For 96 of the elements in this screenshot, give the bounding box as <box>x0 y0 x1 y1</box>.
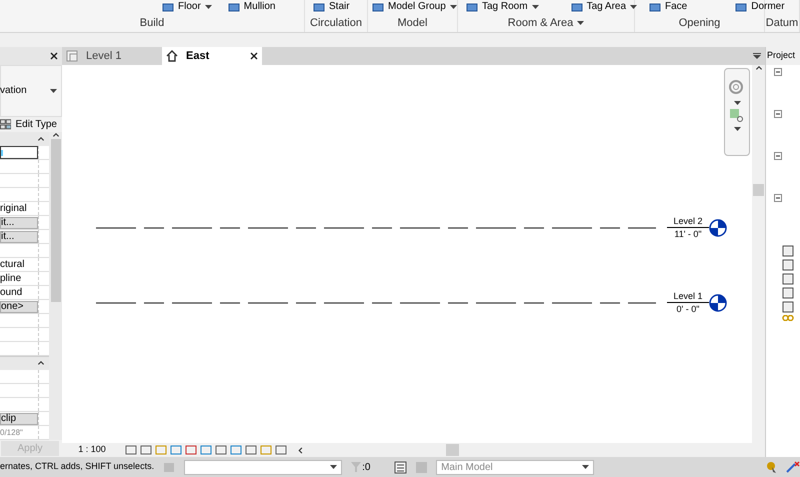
ribbon-tool[interactable]: Mullion <box>228 0 276 14</box>
view-scale[interactable]: 1 : 100 <box>62 443 122 457</box>
level-name: Level 2 <box>673 215 703 227</box>
collapse-icon[interactable] <box>774 68 782 76</box>
scroll-thumb[interactable] <box>50 139 60 302</box>
ribbon-tool[interactable]: Floor <box>162 0 212 14</box>
tool-icon <box>228 2 240 12</box>
tool-icon <box>162 2 174 12</box>
select-pinned-icon[interactable] <box>786 460 800 474</box>
view-control-icon[interactable] <box>170 445 182 455</box>
ribbon-tool[interactable]: Model Group <box>372 0 457 14</box>
view-control-icon[interactable] <box>185 445 197 455</box>
caret-icon <box>734 101 740 105</box>
tool-icon <box>570 2 583 12</box>
model-dropdown[interactable]: Main Model <box>436 460 594 474</box>
navigation-bar[interactable] <box>724 68 750 156</box>
close-icon[interactable] <box>50 52 58 60</box>
level-elevation: 11' - 0" <box>674 228 702 240</box>
panel-label: Opening <box>678 16 720 31</box>
menu-icon[interactable] <box>753 53 761 59</box>
collapse-icon[interactable] <box>37 136 45 143</box>
scroll-up-icon[interactable] <box>754 65 762 72</box>
tool-icon <box>313 2 325 12</box>
tool-icon <box>466 2 478 12</box>
property-value: riginal <box>0 202 27 216</box>
property-value: ound <box>0 286 22 300</box>
scrollbar[interactable] <box>752 65 765 443</box>
view-control-icon[interactable] <box>140 445 152 455</box>
property-value: pline <box>0 272 22 286</box>
property-button[interactable]: it... <box>0 216 38 229</box>
property-button[interactable]: clip <box>0 412 38 425</box>
editing-requests-icon[interactable] <box>394 460 408 474</box>
view-control-icon[interactable] <box>230 445 242 455</box>
level-elevation: 0' - 0" <box>676 303 700 315</box>
panel-title: Project <box>767 49 796 62</box>
view-control-icon[interactable] <box>245 445 257 455</box>
ribbon-tool[interactable]: Tag Area <box>570 0 638 14</box>
scroll-left-icon[interactable] <box>297 446 305 454</box>
caret-icon <box>204 5 212 9</box>
browser-node-icon[interactable] <box>782 259 794 271</box>
level-head-icon <box>709 218 727 236</box>
caret-icon <box>532 5 539 9</box>
browser-node-icon[interactable] <box>782 273 794 285</box>
view-control-icon[interactable] <box>125 445 137 455</box>
ribbon-tool[interactable]: Tag Room <box>466 0 539 14</box>
scroll-thumb[interactable] <box>446 444 459 456</box>
tool-icon <box>735 2 748 12</box>
property-input[interactable] <box>0 146 38 160</box>
browser-node-icon[interactable] <box>782 287 794 299</box>
property-button[interactable]: one> <box>0 300 38 313</box>
close-icon[interactable] <box>250 52 258 60</box>
panel-label: Build <box>140 16 164 31</box>
ribbon-tool[interactable]: Stair <box>313 0 350 14</box>
caret-icon <box>450 5 457 9</box>
collapse-icon[interactable] <box>37 360 45 368</box>
plan-view-icon <box>66 50 78 62</box>
browser-node-icon[interactable] <box>782 301 794 313</box>
browser-node-icon[interactable] <box>782 245 794 257</box>
collapse-icon[interactable] <box>774 194 782 202</box>
select-links-icon[interactable] <box>764 460 778 474</box>
caret-icon <box>582 465 590 469</box>
panel-label: Datum <box>766 16 798 31</box>
tool-icon <box>649 2 661 12</box>
caret-icon <box>330 465 338 469</box>
caret-icon <box>50 88 57 93</box>
house-icon <box>166 50 178 62</box>
view-control-icon[interactable] <box>215 445 227 455</box>
tool-icon <box>372 2 384 12</box>
caret-icon <box>734 127 740 131</box>
scroll-up-icon[interactable] <box>52 132 60 140</box>
ribbon-tool[interactable]: Dormer <box>735 0 785 14</box>
zoom-region-icon <box>730 109 744 123</box>
type-selector-label[interactable]: vation <box>0 83 27 98</box>
view-control-icon[interactable] <box>200 445 212 455</box>
caret-icon <box>630 5 638 9</box>
level-head-icon <box>709 294 727 312</box>
panel-label: Model <box>398 16 428 31</box>
property-button[interactable]: it... <box>0 230 38 243</box>
collapse-icon[interactable] <box>774 110 782 118</box>
scroll-thumb[interactable] <box>753 184 764 196</box>
status-message: ernates, CTRL adds, SHIFT unselects. <box>0 460 154 474</box>
collapse-icon[interactable] <box>774 152 782 160</box>
edit-type-icon <box>0 118 12 130</box>
selection-count: :0 <box>362 460 372 474</box>
scrollbar[interactable] <box>49 132 62 440</box>
level-name: Level 1 <box>673 290 703 302</box>
panel-label: Circulation <box>310 16 362 31</box>
edit-type-button[interactable]: Edit Type <box>15 116 57 132</box>
property-value: ctural <box>0 258 24 272</box>
property-value: 0/128" <box>0 426 23 439</box>
view-tab[interactable]: East <box>162 47 262 65</box>
ribbon-tool[interactable]: Face <box>649 0 688 14</box>
steering-wheel-icon <box>728 79 746 97</box>
view-control-icon[interactable] <box>275 445 287 455</box>
drawing-canvas[interactable]: Level 2 11' - 0" Level 1 0' - 0" <box>62 65 752 443</box>
panel-label: Room & Area <box>508 16 574 31</box>
